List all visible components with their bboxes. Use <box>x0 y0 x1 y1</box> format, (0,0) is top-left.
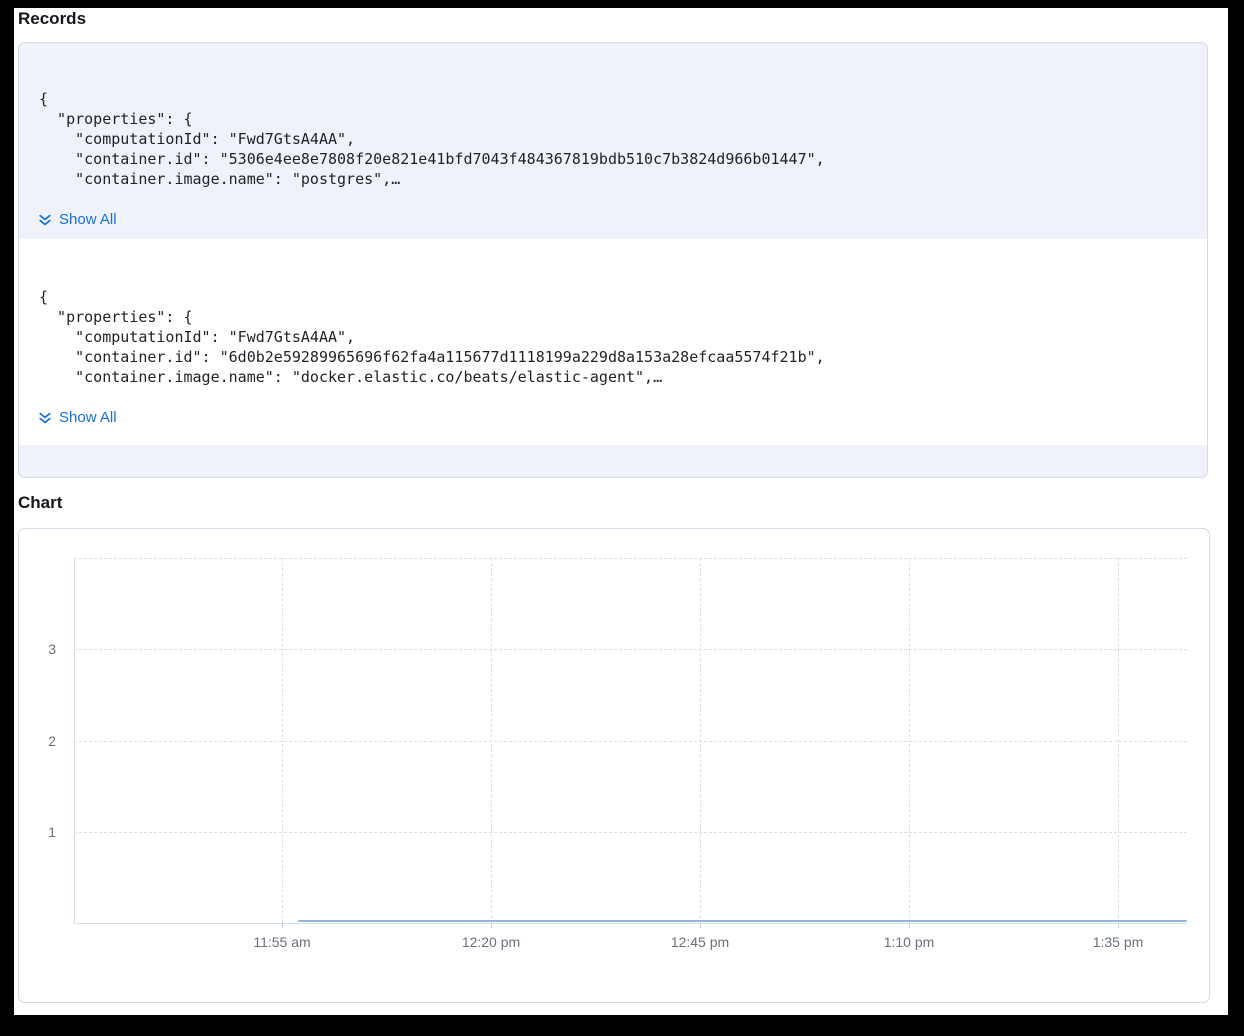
show-all-label: Show All <box>59 408 117 428</box>
record-json-preview: { "properties": { "computationId": "Fwd7… <box>19 43 1207 189</box>
record-item: { "properties": { "computationId": "Fwd7… <box>19 43 1207 239</box>
y-tick-label: 2 <box>24 732 56 750</box>
show-all-label: Show All <box>59 210 117 230</box>
screenshot-root: { "page": { "records": { "title": "Recor… <box>0 0 1244 1036</box>
x-axis-line <box>74 923 1187 924</box>
records-card: { "properties": { "computationId": "Fwd7… <box>18 42 1208 478</box>
double-chevron-down-icon <box>37 410 53 426</box>
x-tick-label: 12:45 pm <box>655 933 745 951</box>
x-tick-mark <box>282 923 283 928</box>
x-tick-label: 11:55 am <box>237 933 327 951</box>
records-heading: Records <box>18 9 86 29</box>
chart-heading: Chart <box>18 493 62 513</box>
record-item: { "properties": { "computationId": "Fwd7… <box>19 239 1207 445</box>
x-tick-mark <box>491 923 492 928</box>
x-tick-label: 1:10 pm <box>864 933 954 951</box>
show-all-button[interactable]: Show All <box>37 210 117 230</box>
chart-card: 3 2 1 11:55 am 12:20 pm 12:45 pm 1:10 pm… <box>18 528 1210 1003</box>
x-tick-label: 1:35 pm <box>1073 933 1163 951</box>
x-tick-mark <box>1118 923 1119 928</box>
page: Records { "properties": { "computationId… <box>14 8 1228 1015</box>
double-chevron-down-icon <box>37 212 53 228</box>
x-tick-mark <box>909 923 910 928</box>
y-tick-label: 1 <box>24 823 56 841</box>
x-tick-label: 12:20 pm <box>446 933 536 951</box>
x-tick-mark <box>700 923 701 928</box>
chart-plot-area[interactable] <box>75 558 1187 923</box>
show-all-button[interactable]: Show All <box>37 408 117 428</box>
y-tick-label: 3 <box>24 640 56 658</box>
record-json-preview: { "properties": { "computationId": "Fwd7… <box>19 239 1207 387</box>
